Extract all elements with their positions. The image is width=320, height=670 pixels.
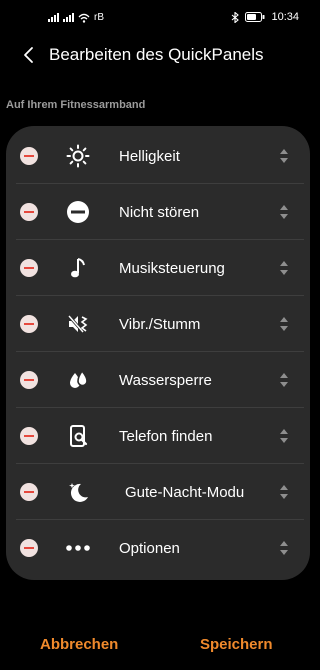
item-label: Gute-Nacht-Modu <box>125 484 245 501</box>
page-title: Bearbeiten des QuickPanels <box>49 45 264 64</box>
drag-handle-icon[interactable] <box>277 203 291 221</box>
do-not-disturb-icon <box>67 201 89 223</box>
drag-handle-icon[interactable] <box>277 427 291 445</box>
music-note-icon <box>71 258 85 278</box>
drag-handle-icon[interactable] <box>277 483 291 501</box>
brightness-icon <box>66 144 90 168</box>
list-item: Vibr./Stumm <box>6 296 310 352</box>
clock: 10:34 <box>271 11 299 23</box>
water-lock-icon <box>70 369 88 388</box>
signal-icon-2 <box>63 13 74 22</box>
signal-icon <box>48 13 59 22</box>
remove-button[interactable] <box>20 315 38 333</box>
cancel-button[interactable]: Abbrechen <box>40 636 118 653</box>
quickpanel-list: Helligkeit Nicht stören Musiksteuerung V… <box>6 126 310 580</box>
back-arrow-icon[interactable] <box>20 44 40 66</box>
find-phone-icon <box>70 425 88 447</box>
drag-handle-icon[interactable] <box>277 371 291 389</box>
drag-handle-icon[interactable] <box>277 315 291 333</box>
item-label: Musiksteuerung <box>119 260 225 277</box>
more-dots-icon <box>66 545 90 551</box>
moon-stars-icon <box>69 483 88 502</box>
section-title: Auf Ihrem Fitnessarmband <box>6 99 146 111</box>
item-label: Telefon finden <box>119 428 213 445</box>
drag-handle-icon[interactable] <box>277 259 291 277</box>
remove-button[interactable] <box>20 483 38 501</box>
drag-handle-icon[interactable] <box>277 539 291 557</box>
remove-button[interactable] <box>20 371 38 389</box>
item-label: Vibr./Stumm <box>119 316 201 333</box>
wifi-icon <box>78 13 90 23</box>
list-item: Nicht stören <box>6 184 310 240</box>
item-label: Nicht stören <box>119 204 200 221</box>
drag-handle-icon[interactable] <box>277 147 291 165</box>
vibrate-mute-icon <box>67 315 88 333</box>
item-label: Wassersperre <box>119 372 212 389</box>
item-label: Optionen <box>119 540 180 557</box>
list-item: Gute-Nacht-Modu <box>6 464 310 520</box>
item-label: Helligkeit <box>119 148 180 165</box>
carrier-label: rB <box>94 12 104 23</box>
list-item: Optionen <box>6 520 310 576</box>
list-item: Helligkeit <box>6 128 310 184</box>
status-bar: rB 10:34 <box>0 0 313 36</box>
footer-bar: Abbrechen Speichern <box>0 620 313 670</box>
remove-button[interactable] <box>20 203 38 221</box>
list-item: Telefon finden <box>6 408 310 464</box>
remove-button[interactable] <box>20 427 38 445</box>
bluetooth-icon <box>232 11 240 23</box>
remove-button[interactable] <box>20 147 38 165</box>
list-item: Wassersperre <box>6 352 310 408</box>
remove-button[interactable] <box>20 259 38 277</box>
list-item: Musiksteuerung <box>6 240 310 296</box>
page-header: Bearbeiten des QuickPanels <box>0 38 313 72</box>
remove-button[interactable] <box>20 539 38 557</box>
save-button[interactable]: Speichern <box>200 636 273 653</box>
battery-icon <box>245 12 265 22</box>
